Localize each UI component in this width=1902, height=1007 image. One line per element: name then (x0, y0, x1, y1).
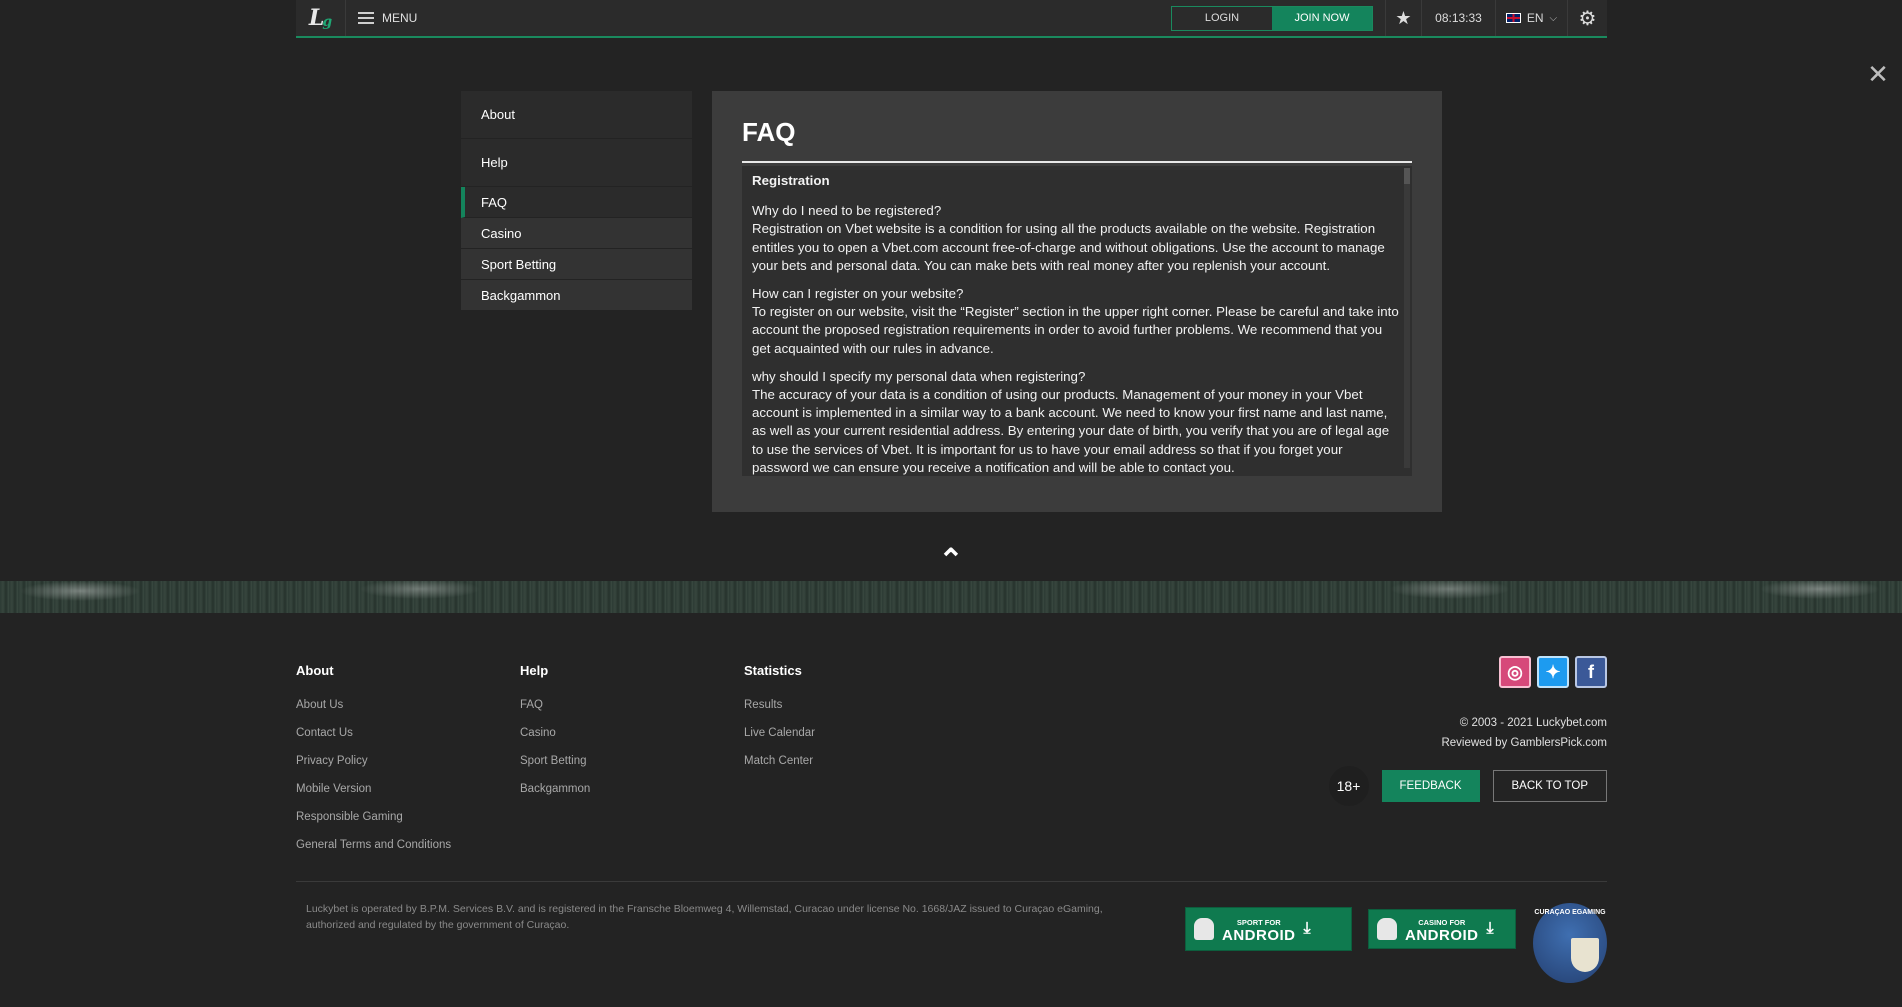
footer-link[interactable]: Contact Us (296, 727, 451, 742)
language-selector[interactable]: EN ⌵ (1495, 0, 1567, 36)
download-icon: ⤓ (1486, 920, 1494, 937)
footer-column-about: About About Us Contact Us Privacy Policy… (296, 663, 451, 867)
faq-answer: The accuracy of your data is a condition… (752, 387, 1390, 475)
facebook-icon[interactable]: f (1575, 656, 1607, 688)
sidebar-item-faq[interactable]: FAQ (461, 187, 692, 218)
scrollbar[interactable] (1404, 168, 1410, 468)
seal-label: CURAÇAO EGAMING (1534, 909, 1606, 916)
footer-link[interactable]: Casino (520, 727, 590, 742)
uk-flag-icon (1505, 13, 1521, 23)
footer-link[interactable]: Backgammon (520, 783, 590, 798)
curacao-egaming-seal-icon[interactable]: CURAÇAO EGAMING (1533, 903, 1607, 983)
copyright-text: © 2003 - 2021 Luckybet.com (1459, 717, 1607, 729)
page-title: FAQ (742, 117, 1412, 163)
menu-button[interactable]: MENU (346, 11, 429, 25)
footer-column-title: Statistics (744, 663, 802, 678)
faq-question: why should I specify my personal data wh… (752, 368, 1086, 384)
favorites-star-icon[interactable]: ★ (1385, 0, 1421, 36)
footer-link[interactable]: Privacy Policy (296, 755, 451, 770)
legal-text: Luckybet is operated by B.P.M. Services … (306, 903, 1103, 931)
footer: About About Us Contact Us Privacy Policy… (296, 613, 1607, 1007)
footer-link[interactable]: General Terms and Conditions (296, 839, 451, 854)
sidebar-item-backgammon[interactable]: Backgammon (461, 280, 692, 311)
feedback-button[interactable]: FEEDBACK (1381, 770, 1480, 802)
logo-sub-letter: g (322, 14, 333, 30)
faq-answer: To register on our website, visit the “R… (752, 304, 1399, 356)
footer-column-statistics: Statistics Results Live Calendar Match C… (744, 663, 815, 783)
social-links: ◎ ✦ f (1499, 656, 1607, 688)
top-bar: Lg MENU LOGIN JOIN NOW ★ 08:13:33 EN ⌵ ⚙ (296, 0, 1607, 38)
footer-link[interactable]: Results (744, 699, 815, 714)
footer-link[interactable]: Responsible Gaming (296, 811, 451, 826)
footer-column-title: Help (520, 663, 549, 678)
clock: 08:13:33 (1421, 0, 1495, 36)
footer-link[interactable]: Mobile Version (296, 783, 451, 798)
faq-scroll-area[interactable]: Registration Why do I need to be registe… (742, 166, 1412, 476)
chevron-down-icon: ⌵ (1549, 12, 1558, 24)
close-icon[interactable]: ✕ (1866, 61, 1890, 87)
seal-shield-icon (1571, 938, 1599, 972)
faq-panel: FAQ Registration Why do I need to be reg… (712, 91, 1442, 512)
app-badge-big-text: ANDROID (1222, 927, 1296, 944)
scrollbar-thumb[interactable] (1404, 168, 1410, 184)
auth-buttons: LOGIN JOIN NOW (1171, 5, 1373, 31)
footer-link[interactable]: Match Center (744, 755, 815, 770)
login-button[interactable]: LOGIN (1172, 6, 1272, 30)
scroll-up-chevron-icon[interactable]: ⌃ (936, 546, 966, 576)
app-badge-big-text: ANDROID (1405, 927, 1479, 944)
language-label: EN (1526, 11, 1544, 25)
site-logo[interactable]: Lg (296, 0, 346, 36)
android-icon (1377, 918, 1397, 940)
footer-link[interactable]: About Us (296, 699, 451, 714)
footer-link[interactable]: Live Calendar (744, 727, 815, 742)
footer-actions: 18+ FEEDBACK BACK TO TOP (1328, 766, 1607, 806)
footer-column-help: Help FAQ Casino Sport Betting Backgammon (520, 663, 590, 811)
hamburger-icon (358, 12, 374, 24)
section-heading: Registration (752, 173, 830, 188)
footer-column-title: About (296, 663, 334, 678)
footer-link[interactable]: FAQ (520, 699, 590, 714)
settings-gear-icon[interactable]: ⚙ (1567, 0, 1607, 36)
android-icon (1194, 918, 1214, 940)
info-sidebar: About Help FAQ Casino Sport Betting Back… (461, 91, 692, 311)
footer-divider (296, 881, 1607, 882)
sidebar-item-sport-betting[interactable]: Sport Betting (461, 249, 692, 280)
faq-question: Why do I need to be registered? (752, 203, 942, 219)
sidebar-item-about[interactable]: About (461, 91, 692, 139)
age-restriction-badge: 18+ (1328, 766, 1369, 806)
download-icon: ⤓ (1303, 920, 1311, 937)
faq-answer: Registration on Vbet website is a condit… (752, 221, 1385, 273)
join-now-button[interactable]: JOIN NOW (1272, 6, 1372, 30)
twitter-icon[interactable]: ✦ (1537, 656, 1569, 688)
sidebar-item-casino[interactable]: Casino (461, 218, 692, 249)
faq-question: How can I register on your website? (752, 286, 964, 302)
reviewed-text: Reviewed by GamblersPick.com (1441, 737, 1607, 749)
stadium-banner (0, 581, 1902, 613)
sport-android-app-button[interactable]: SPORT FOR ANDROID ⤓ (1186, 908, 1351, 950)
footer-link[interactable]: Sport Betting (520, 755, 590, 770)
back-to-top-button[interactable]: BACK TO TOP (1492, 770, 1607, 802)
casino-android-app-button[interactable]: CASINO FOR ANDROID ⤓ (1369, 910, 1515, 948)
sidebar-item-help[interactable]: Help (461, 139, 692, 187)
instagram-icon[interactable]: ◎ (1499, 656, 1531, 688)
copyright-block: © 2003 - 2021 Luckybet.com Reviewed by G… (1441, 713, 1607, 753)
menu-label: MENU (382, 11, 418, 25)
